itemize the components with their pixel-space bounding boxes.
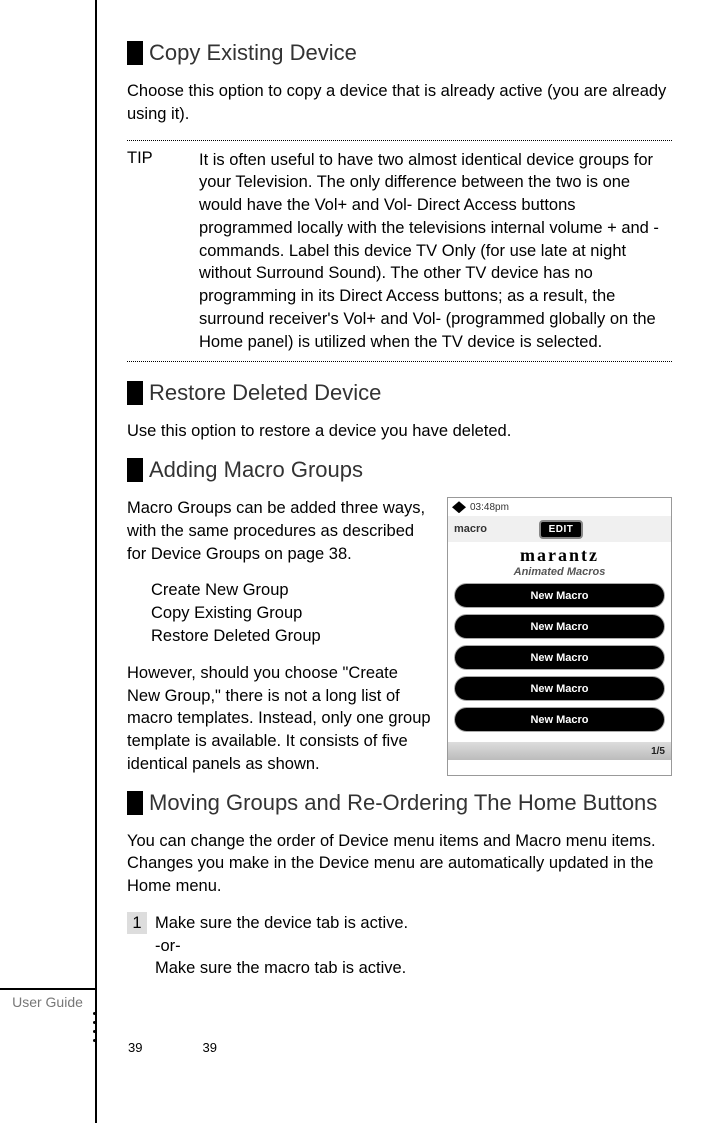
moving-body: You can change the order of Device menu … xyxy=(127,830,672,898)
heading-bullet-icon xyxy=(127,41,143,65)
screenshot-macro-button: New Macro xyxy=(454,707,665,732)
list-item: Copy Existing Group xyxy=(151,602,433,625)
footer-dots-icon xyxy=(93,1012,97,1048)
step-line: Make sure the macro tab is active. xyxy=(155,957,408,980)
section-heading-restore: Restore Deleted Device xyxy=(127,380,672,406)
step-line: Make sure the device tab is active. xyxy=(155,912,408,935)
list-item: Restore Deleted Group xyxy=(151,625,433,648)
screenshot-topbar: 03:48pm xyxy=(448,498,671,516)
screenshot-bottom-bar: 1/5 xyxy=(448,742,671,760)
adding-outro: However, should you choose "Create New G… xyxy=(127,662,433,776)
tip-block: TIP It is often useful to have two almos… xyxy=(127,140,672,363)
tip-label: TIP xyxy=(127,149,199,354)
copy-body: Choose this option to copy a device that… xyxy=(127,80,672,126)
screenshot-macro-button: New Macro xyxy=(454,583,665,608)
step-text: Make sure the device tab is active. -or-… xyxy=(155,912,408,980)
screenshot-button-list: New Macro New Macro New Macro New Macro … xyxy=(448,583,671,742)
section-heading-copy: Copy Existing Device xyxy=(127,40,672,66)
screenshot-brand: marantz xyxy=(448,542,671,566)
section-heading-adding: Adding Macro Groups xyxy=(127,457,672,483)
page-number: 39 xyxy=(128,1040,142,1055)
heading-title: Restore Deleted Device xyxy=(149,380,381,406)
screenshot-edit-badge: EDIT xyxy=(539,520,584,539)
signal-icon xyxy=(452,501,466,513)
heading-bullet-icon xyxy=(127,381,143,405)
section-heading-moving: Moving Groups and Re-Ordering The Home B… xyxy=(127,790,672,816)
tip-text: It is often useful to have two almost id… xyxy=(199,149,672,354)
adding-section-row: Macro Groups can be added three ways, wi… xyxy=(127,497,672,775)
step-1: 1 Make sure the device tab is active. -o… xyxy=(127,912,672,980)
screenshot-macro-button: New Macro xyxy=(454,614,665,639)
heading-title: Adding Macro Groups xyxy=(149,457,363,483)
page-number: 39 xyxy=(202,1040,216,1055)
device-screenshot: 03:48pm macro EDIT marantz Animated Macr… xyxy=(447,497,672,775)
screenshot-tab-label: macro xyxy=(454,523,487,535)
heading-title: Moving Groups and Re-Ordering The Home B… xyxy=(149,790,657,816)
screenshot-time: 03:48pm xyxy=(470,502,509,513)
adding-intro: Macro Groups can be added three ways, wi… xyxy=(127,497,433,565)
heading-bullet-icon xyxy=(127,458,143,482)
list-item: Create New Group xyxy=(151,579,433,602)
step-line: -or- xyxy=(155,935,408,958)
screenshot-macro-button: New Macro xyxy=(454,676,665,701)
adding-options-list: Create New Group Copy Existing Group Res… xyxy=(151,579,433,647)
step-number: 1 xyxy=(127,912,147,934)
screenshot-edit-row: macro EDIT xyxy=(448,516,671,542)
screenshot-macro-button: New Macro xyxy=(454,645,665,670)
page-number-row: 39 39 xyxy=(128,1040,217,1055)
heading-bullet-icon xyxy=(127,791,143,815)
footer-user-guide: User Guide xyxy=(0,988,95,1010)
adding-text-column: Macro Groups can be added three ways, wi… xyxy=(127,497,433,775)
page-content: Copy Existing Device Choose this option … xyxy=(95,0,717,1123)
restore-body: Use this option to restore a device you … xyxy=(127,420,672,443)
heading-title: Copy Existing Device xyxy=(149,40,357,66)
screenshot-page-indicator: 1/5 xyxy=(651,746,665,757)
screenshot-subtitle: Animated Macros xyxy=(448,566,671,583)
